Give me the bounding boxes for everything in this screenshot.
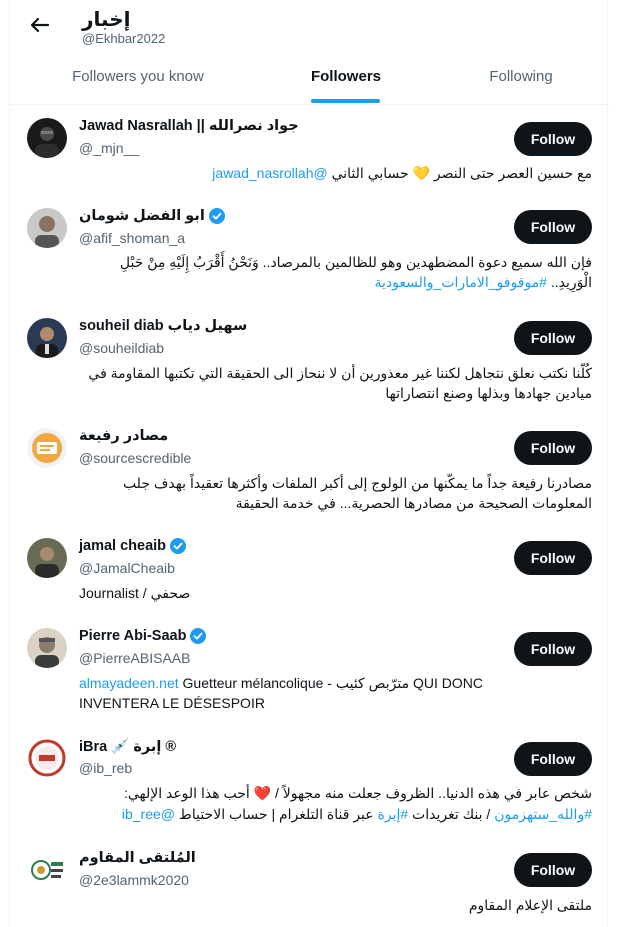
display-name[interactable]: iBra 💉 إبرة ® <box>79 738 176 755</box>
hashtag-link[interactable]: #موقوفو_الامارات_والسعودية <box>375 274 547 290</box>
user-bio: فإن الله سميع دعوة المضطهدين وهو للظالمي… <box>79 252 592 292</box>
list-item[interactable]: المُلتقى المقاوم @2e3lammk2020 Follow مل… <box>10 834 609 927</box>
user-bio: almayadeen.net Guetteur mélancolique - م… <box>79 673 592 713</box>
list-item[interactable]: Jawad Nasrallah || جواد نصرالله @_mjn__ … <box>10 104 609 194</box>
user-handle: @sourcescredible <box>79 450 192 466</box>
avatar[interactable] <box>27 628 67 668</box>
display-name[interactable]: jamal cheaib <box>79 538 187 554</box>
list-item[interactable]: souheil diab سهيل دياب @souheildiab Foll… <box>10 304 609 414</box>
user-bio: شخص عابر في هذه الدنيا.. الظروف جعلت منه… <box>79 783 592 824</box>
hashtag-link[interactable]: #والله_ستهزمون <box>494 806 592 822</box>
list-item[interactable]: ابو الفضل شومان @afif_shoman_a Follow فإ… <box>10 194 609 304</box>
user-bio: مع حسين العصر حتى النصر 💛 حسابي الثاني @… <box>79 163 592 184</box>
mention-link[interactable]: @jawad_nasrollah <box>212 165 327 181</box>
tab-followers[interactable]: Followers <box>281 68 411 85</box>
follow-button[interactable]: Follow <box>514 431 592 465</box>
tab-following[interactable]: Following <box>456 68 586 85</box>
display-name[interactable]: Pierre Abi-Saab <box>79 628 207 644</box>
bio-text: / بنك تغريدات <box>408 806 495 822</box>
display-name-text: المُلتقى المقاوم <box>79 850 196 866</box>
hashtag-link[interactable]: #إبرة <box>378 806 409 822</box>
user-handle: @afif_shoman_a <box>79 230 186 246</box>
tab-followers-you-know[interactable]: Followers you know <box>43 68 233 85</box>
mention-link[interactable]: @ib_ree <box>122 806 175 822</box>
verified-badge-icon <box>208 208 225 224</box>
user-bio: ملتقى الإعلام المقاوم <box>468 897 592 913</box>
display-name-text: Jawad Nasrallah || جواد نصرالله <box>79 118 299 134</box>
display-name-text: jamal cheaib <box>79 538 167 554</box>
avatar[interactable] <box>27 538 67 578</box>
website-link[interactable]: almayadeen.net <box>79 675 179 691</box>
profile-handle: @Ekhbar2022 <box>82 31 166 46</box>
follow-button[interactable]: Follow <box>514 321 592 355</box>
followers-panel: إخبار @Ekhbar2022 Followers you know Fol… <box>9 0 609 927</box>
follow-button[interactable]: Follow <box>514 122 592 156</box>
bio-text: عبر قناة التلغرام | حساب الاحتياط <box>175 806 378 822</box>
display-name-text: souheil diab سهيل دياب <box>79 318 248 334</box>
yellow-heart-icon: 💛 <box>412 166 430 182</box>
display-name[interactable]: souheil diab سهيل دياب <box>79 318 247 334</box>
list-item[interactable]: jamal cheaib @JamalCheaib Follow Journal… <box>10 524 609 614</box>
display-name-text: مصادر رفيعة <box>79 428 169 444</box>
bio-text: حسابي الثاني <box>327 165 413 181</box>
follow-button[interactable]: Follow <box>514 541 592 575</box>
follow-button[interactable]: Follow <box>514 632 592 666</box>
user-bio: كُلّنا نكتب نعلق نتجاهل لكننا غير معذوري… <box>88 365 592 401</box>
user-handle: @ib_reb <box>79 760 133 776</box>
user-handle: @2e3lammk2020 <box>79 872 189 888</box>
avatar[interactable] <box>27 428 67 468</box>
bio-text: شخص عابر في هذه الدنيا.. الظروف جعلت منه… <box>271 785 592 801</box>
bio-text: فإن الله سميع دعوة المضطهدين وهو للظالمي… <box>119 254 592 270</box>
display-name[interactable]: ابو الفضل شومان <box>79 208 225 224</box>
list-item[interactable]: iBra 💉 إبرة ® @ib_reb Follow شخص عابر في… <box>10 724 609 834</box>
display-name[interactable]: مصادر رفيعة <box>79 428 168 444</box>
avatar[interactable] <box>27 318 67 358</box>
avatar[interactable] <box>27 118 67 158</box>
bio-text: INVENTERA LE DÉSESPOIR <box>79 695 265 711</box>
follow-button[interactable]: Follow <box>514 210 592 244</box>
list-item[interactable]: مصادر رفيعة @sourcescredible Follow مصاد… <box>10 414 609 524</box>
avatar[interactable] <box>27 850 67 890</box>
page-header: إخبار @Ekhbar2022 Followers you know Fol… <box>10 0 609 105</box>
heart-icon: ❤️ <box>253 786 272 802</box>
display-name-text: iBra 💉 إبرة ® <box>79 739 177 755</box>
verified-badge-icon <box>170 538 187 554</box>
user-bio: Journalist / صحفي <box>79 585 191 601</box>
user-bio: مصادرنا رفيعة جداً ما يمكّنها من الولوج … <box>122 475 592 511</box>
bio-text: الْوَرِيدِ.. <box>546 274 592 290</box>
display-name-text: Pierre Abi-Saab <box>79 628 187 644</box>
display-name[interactable]: المُلتقى المقاوم <box>79 850 196 866</box>
display-name[interactable]: Jawad Nasrallah || جواد نصرالله <box>79 118 299 134</box>
avatar[interactable] <box>27 208 67 248</box>
follow-button[interactable]: Follow <box>514 853 592 887</box>
user-handle: @PierreABISAAB <box>79 650 191 666</box>
display-name-text: ابو الفضل شومان <box>79 208 205 224</box>
bio-text: Guetteur mélancolique - مترّبص كئيب QUI … <box>178 675 483 691</box>
list-item[interactable]: Pierre Abi-Saab @PierreABISAAB Follow al… <box>10 614 609 724</box>
bio-text: أحب هذا الوعد الإلهي: <box>123 785 254 801</box>
user-handle: @_mjn__ <box>79 140 140 156</box>
verified-badge-icon <box>190 628 207 644</box>
back-arrow-icon[interactable] <box>23 12 53 38</box>
user-handle: @JamalCheaib <box>79 560 175 576</box>
follow-button[interactable]: Follow <box>514 742 592 776</box>
user-handle: @souheildiab <box>79 340 165 356</box>
profile-title: إخبار <box>82 9 131 31</box>
avatar[interactable] <box>27 738 67 778</box>
bio-text: مع حسين العصر حتى النصر <box>430 165 592 181</box>
active-tab-indicator <box>311 99 380 103</box>
